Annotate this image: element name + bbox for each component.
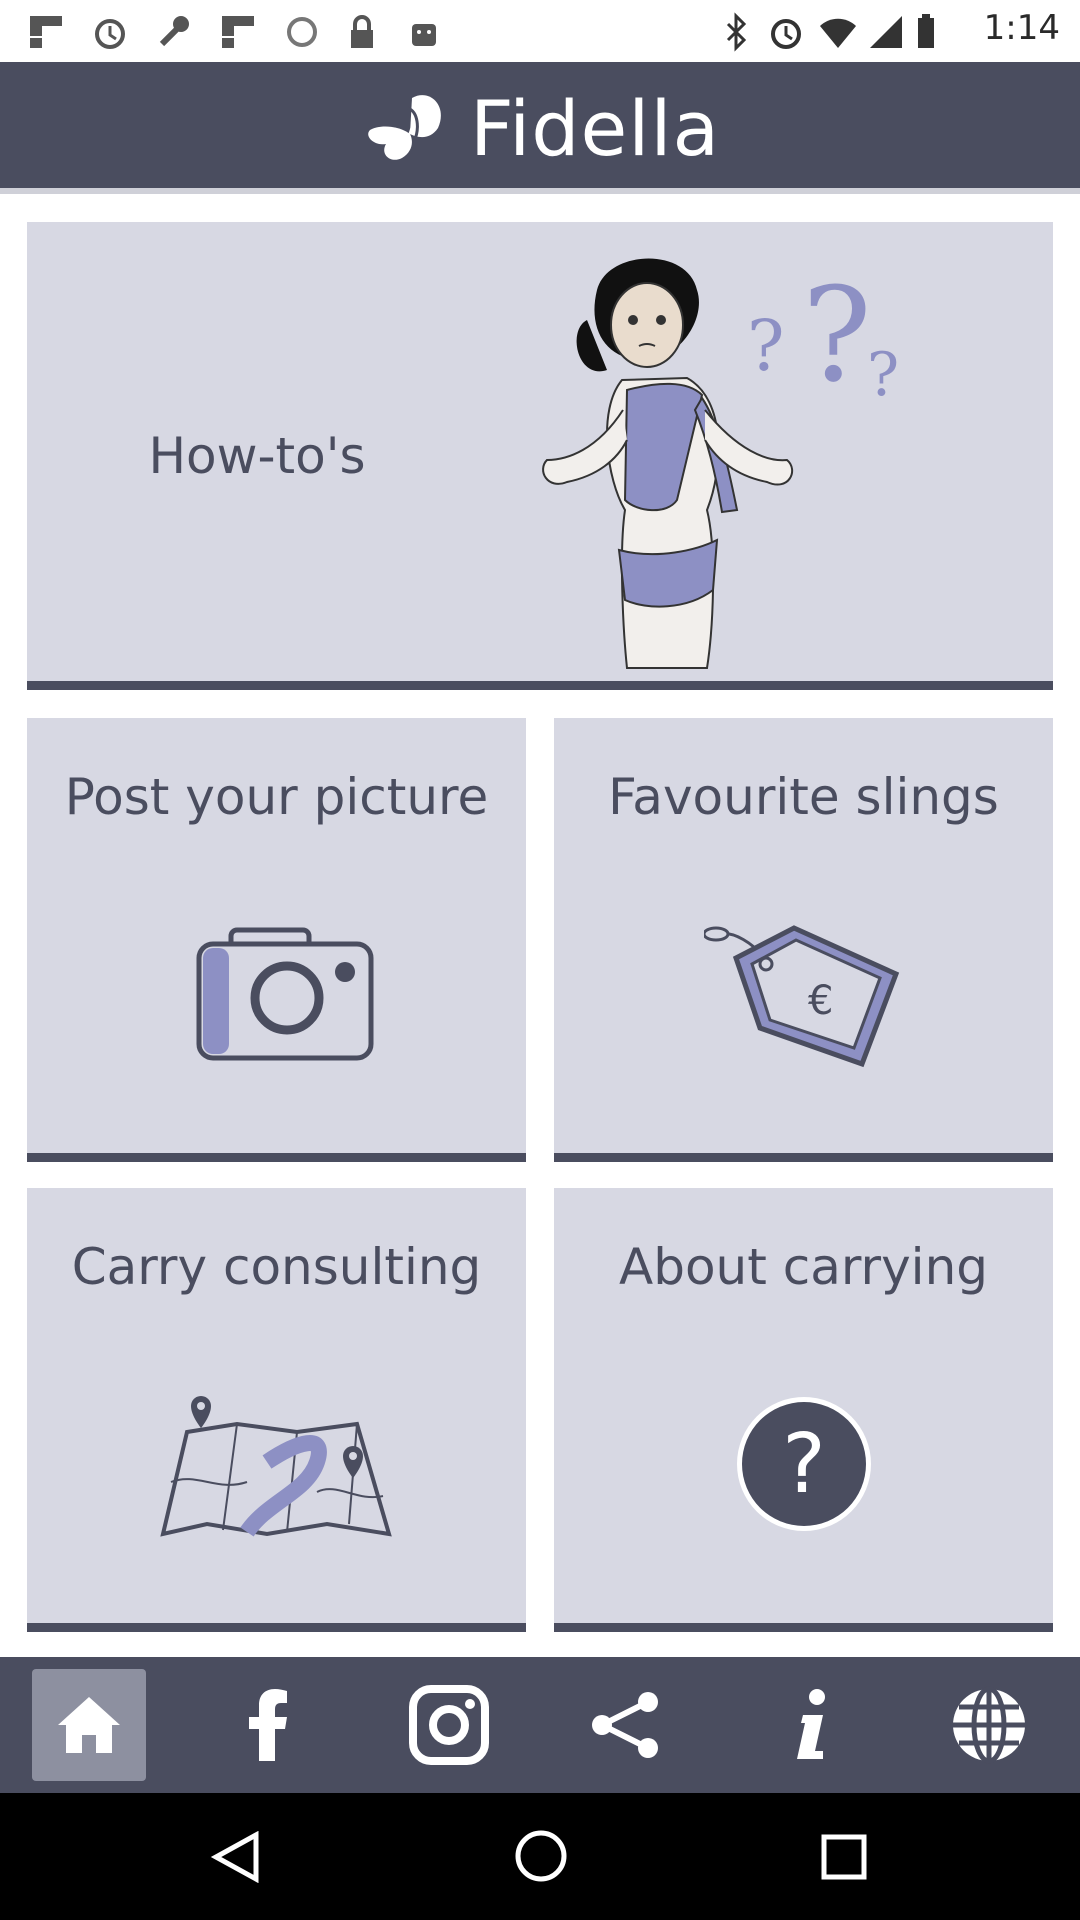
- svg-text:?: ?: [802, 259, 872, 411]
- status-bar: 1:14: [0, 0, 1080, 62]
- post-picture-tile[interactable]: Post your picture: [27, 718, 526, 1162]
- home-button-icon[interactable]: [514, 1829, 568, 1883]
- howtos-tile[interactable]: How-to's ? ? ?: [27, 222, 1053, 690]
- post-picture-label: Post your picture: [64, 768, 489, 826]
- about-carrying-tile[interactable]: About carrying ?: [554, 1188, 1053, 1632]
- howtos-label: How-to's: [148, 427, 366, 485]
- flipboard-icon: [222, 16, 254, 48]
- alarm-icon: [95, 19, 125, 49]
- question-circle-icon: ?: [737, 1397, 871, 1531]
- carry-consulting-tile[interactable]: Carry consulting: [27, 1188, 526, 1632]
- svg-text:?: ?: [747, 305, 785, 387]
- carry-consulting-label: Carry consulting: [71, 1238, 482, 1296]
- euro-symbol: €: [808, 978, 833, 1024]
- system-nav-bar: [0, 1793, 1080, 1920]
- home-icon[interactable]: [32, 1669, 146, 1781]
- sync-icon: [287, 17, 317, 47]
- instagram-icon[interactable]: [392, 1669, 506, 1781]
- price-tag-icon: €: [704, 925, 900, 1068]
- battery-icon: [918, 14, 934, 48]
- back-icon[interactable]: [210, 1831, 260, 1883]
- wifi-icon: [820, 18, 856, 48]
- wrench-icon: [159, 16, 189, 47]
- flipboard-icon: [30, 16, 62, 48]
- android-icon: [412, 24, 436, 46]
- alarm-icon: [771, 19, 801, 49]
- question-symbol: ?: [782, 1417, 826, 1512]
- share-icon[interactable]: [568, 1669, 682, 1781]
- camera-icon: [196, 927, 374, 1061]
- svg-text:?: ?: [867, 340, 899, 410]
- favourite-slings-label: Favourite slings: [608, 768, 999, 826]
- bluetooth-icon: [726, 12, 747, 52]
- about-carrying-label: About carrying: [619, 1238, 988, 1296]
- map-icon: [160, 1396, 392, 1537]
- butterfly-icon: [368, 95, 441, 160]
- woman-shrugging-illustration: ? ? ?: [542, 258, 899, 669]
- lock-icon: [351, 15, 373, 48]
- facebook-icon[interactable]: [212, 1669, 326, 1781]
- favourite-slings-tile[interactable]: Favourite slings €: [554, 718, 1053, 1162]
- app-title: Fidella: [469, 83, 721, 173]
- recents-icon[interactable]: [820, 1833, 868, 1881]
- status-time: 1:14: [983, 8, 1060, 48]
- globe-icon[interactable]: [932, 1669, 1046, 1781]
- info-icon[interactable]: [756, 1669, 870, 1781]
- signal-icon: [870, 16, 902, 48]
- bottom-nav: [0, 1657, 1080, 1793]
- app-header: Fidella: [0, 62, 1080, 194]
